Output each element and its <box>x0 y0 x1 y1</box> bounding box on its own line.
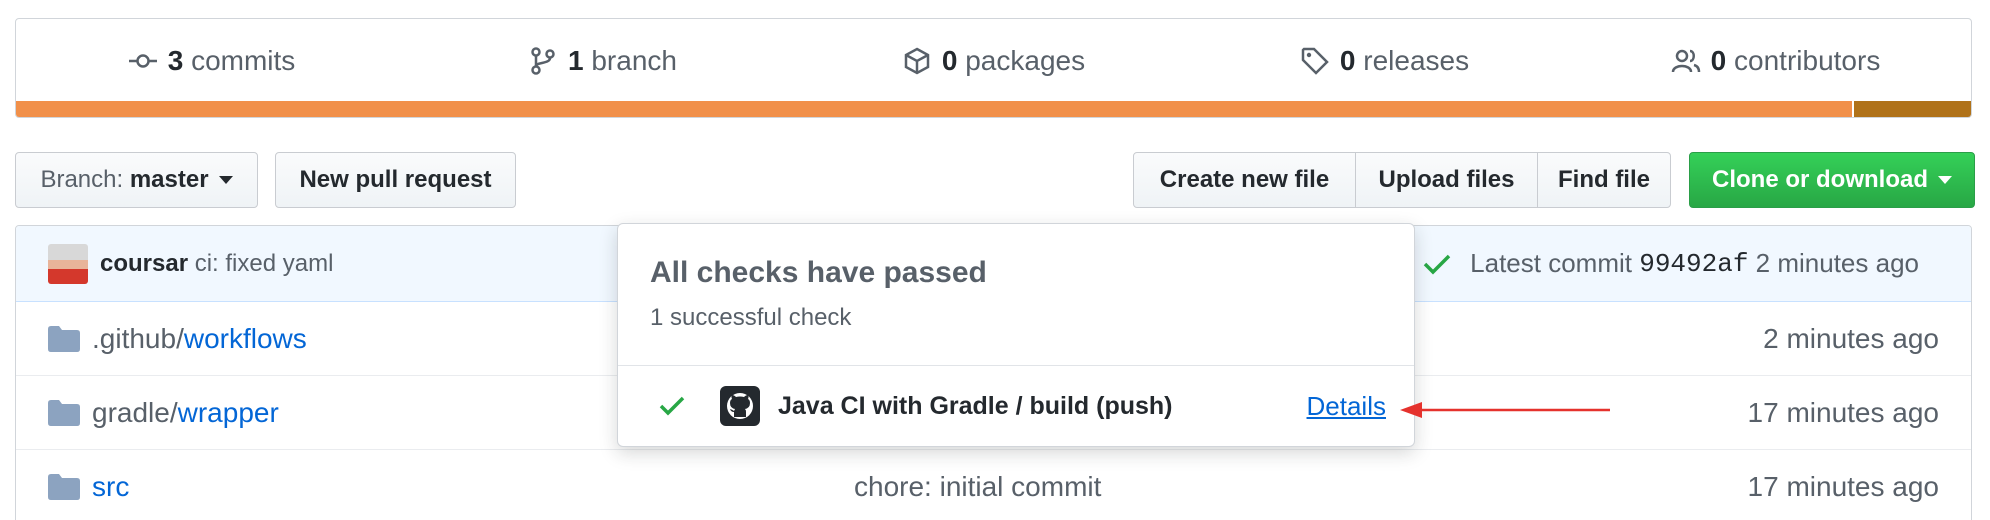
checks-title: All checks have passed <box>650 256 987 289</box>
clone-or-download-label: Clone or download <box>1712 166 1928 193</box>
file-name-link[interactable]: wrapper <box>178 397 279 429</box>
language-bar-segment[interactable] <box>16 101 1852 117</box>
commits-count: 3 <box>167 45 184 76</box>
branch-name: master <box>129 166 209 193</box>
clone-or-download-button[interactable]: Clone or download <box>1689 152 1975 208</box>
packages-count-link[interactable]: 0 packages <box>798 45 1189 77</box>
folder-icon <box>48 473 80 500</box>
releases-count: 0 <box>1339 45 1356 76</box>
file-row-src[interactable]: src chore: initial commit 17 minutes ago <box>16 450 1971 520</box>
branch-select-button[interactable]: Branch: master <box>15 152 258 208</box>
details-link[interactable]: Details <box>1307 391 1386 422</box>
releases-count-link[interactable]: 0 releases <box>1189 45 1580 77</box>
commits-label: commits <box>191 45 296 76</box>
file-age: 17 minutes ago <box>1747 396 1939 428</box>
file-age: 2 minutes ago <box>1763 322 1939 354</box>
file-path-prefix[interactable]: gradle/ <box>92 397 178 429</box>
new-pull-request-button[interactable]: New pull request <box>275 152 516 208</box>
language-bar-segment[interactable] <box>1851 101 1971 117</box>
contributors-count-link[interactable]: 0 contributors <box>1580 45 1971 77</box>
branch-icon <box>531 47 555 75</box>
chevron-down-icon <box>218 176 233 184</box>
file-commit-message[interactable]: chore: initial commit <box>854 471 1101 503</box>
people-icon <box>1671 49 1700 73</box>
check-icon[interactable] <box>1422 252 1452 276</box>
check-row: Java CI with Gradle / build (push) Detai… <box>618 366 1414 446</box>
github-logo-icon <box>720 386 760 426</box>
packages-label: packages <box>965 45 1086 76</box>
create-new-file-button[interactable]: Create new file <box>1134 153 1355 207</box>
file-name-link[interactable]: workflows <box>184 323 307 355</box>
file-name-link[interactable]: src <box>92 471 129 503</box>
upload-files-button[interactable]: Upload files <box>1355 153 1537 207</box>
branch-prefix: Branch: <box>40 166 124 193</box>
checks-subtitle: 1 successful check <box>650 304 852 331</box>
package-icon <box>904 47 930 75</box>
latest-commit-prefix: Latest commit <box>1470 248 1632 278</box>
chevron-down-icon <box>1938 176 1952 184</box>
folder-icon <box>48 325 80 352</box>
packages-count: 0 <box>941 45 958 76</box>
branches-label: branch <box>591 45 677 76</box>
tag-icon <box>1301 47 1329 75</box>
contributors-label: contributors <box>1734 45 1881 76</box>
annotation-arrow <box>1400 402 1610 418</box>
language-bar[interactable] <box>16 101 1971 117</box>
branches-count-link[interactable]: 1 branch <box>407 45 798 77</box>
commits-count-link[interactable]: 3 commits <box>16 45 407 77</box>
repo-summary-bar: 3 commits 1 branch 0 packages 0 releases… <box>15 18 1972 118</box>
commit-author[interactable]: coursar <box>100 250 188 278</box>
checks-popover-header: All checks have passed 1 successful chec… <box>618 224 1414 366</box>
folder-icon <box>48 399 80 426</box>
checks-popover: All checks have passed 1 successful chec… <box>617 223 1415 447</box>
commit-icon <box>128 54 157 68</box>
branches-count: 1 <box>568 45 584 76</box>
check-icon <box>659 396 685 416</box>
file-age: 17 minutes ago <box>1747 470 1939 502</box>
avatar[interactable] <box>48 243 88 284</box>
file-actions-group: Create new file Upload files Find file <box>1133 152 1671 208</box>
file-path-prefix[interactable]: .github/ <box>92 323 184 355</box>
check-name: Java CI with Gradle / build (push) <box>778 391 1173 420</box>
latest-commit-age: 2 minutes ago <box>1755 248 1919 278</box>
contributors-count: 0 <box>1710 45 1727 76</box>
releases-label: releases <box>1363 45 1470 76</box>
find-file-button[interactable]: Find file <box>1537 153 1670 207</box>
commit-sha[interactable]: 99492af <box>1639 249 1748 279</box>
commit-message[interactable]: ci: fixed yaml <box>195 250 334 278</box>
